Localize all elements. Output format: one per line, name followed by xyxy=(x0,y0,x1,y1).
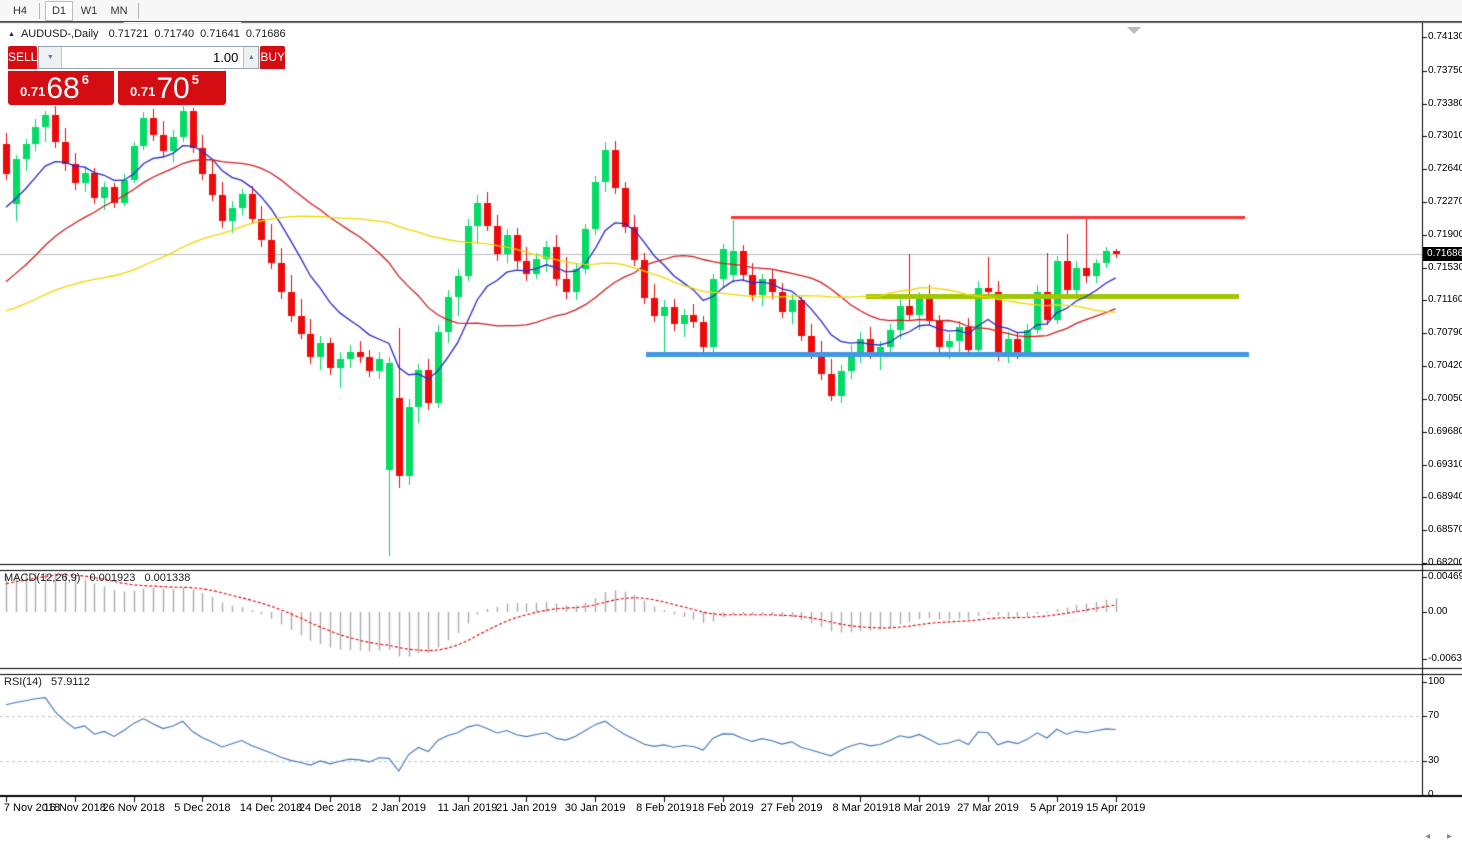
symbol-marker-icon: ▲ xyxy=(8,30,15,38)
rsi-indicator-label: RSI(14) 57.9112 xyxy=(4,676,96,688)
date-tick-label: 2 Jan 2019 xyxy=(371,802,427,814)
date-tick-label: 18 Feb 2019 xyxy=(691,802,754,814)
date-tick-label: 8 Feb 2019 xyxy=(636,802,692,814)
volume-decrease-button[interactable]: ▼ xyxy=(39,47,63,68)
buy-price-box[interactable]: 0.71 70 5 xyxy=(118,71,226,105)
buy-price-big: 70 xyxy=(156,72,190,105)
rsi-tick-label: 70 xyxy=(1428,709,1440,721)
macd-name: MACD(12,26,9) xyxy=(4,572,81,584)
sell-button[interactable]: SELL xyxy=(8,46,38,69)
price-tick-label: 0.68570 xyxy=(1428,524,1462,536)
macd-value-2: 0.001338 xyxy=(144,572,191,584)
current-price-tag: 0.71686 xyxy=(1423,246,1462,261)
scroll-right-icon[interactable]: ▸ xyxy=(1447,831,1452,842)
one-click-trading-panel: SELL ▼ ▲ BUY 0.71 68 6 0.71 70 5 xyxy=(8,46,286,105)
price-tick-label: 0.69680 xyxy=(1428,425,1462,437)
mt4-window: H4 D1 W1 MN ▲ AUDUSD-,Daily 0.71721 0.71740… xyxy=(0,0,1462,849)
tab-scrollbar: ◂ ▸ xyxy=(1411,831,1452,842)
spin-up-icon: ▲ xyxy=(247,54,255,61)
date-tick-label: 15 Apr 2019 xyxy=(1085,802,1146,814)
date-tick-label: 5 Apr 2019 xyxy=(1030,802,1084,814)
spin-down-icon: ▼ xyxy=(46,54,54,61)
price-tick-label: 0.69310 xyxy=(1428,458,1462,470)
price-tick-label: 0.70790 xyxy=(1428,327,1462,339)
price-tick-label: 0.70420 xyxy=(1428,360,1462,372)
buy-button[interactable]: BUY xyxy=(260,46,286,69)
chart-canvas[interactable] xyxy=(0,0,1462,849)
date-tick-label: 14 Dec 2018 xyxy=(239,802,303,814)
sell-price-big: 68 xyxy=(46,72,80,105)
rsi-tick-label: 100 xyxy=(1428,676,1445,687)
price-tick-label: 0.73750 xyxy=(1428,64,1462,76)
toolbar-separator xyxy=(39,2,40,19)
rsi-value: 57.9112 xyxy=(50,676,90,688)
price-tick-label: 0.70050 xyxy=(1428,392,1462,404)
rsi-name: RSI(14) xyxy=(4,676,42,688)
ohlc-close: 0.71686 xyxy=(245,28,286,40)
date-tick-label: 5 Dec 2018 xyxy=(174,802,231,814)
price-tick-label: 0.71900 xyxy=(1428,228,1462,240)
date-tick-label: 16 Nov 2018 xyxy=(43,802,106,814)
price-tick-label: 0.71160 xyxy=(1428,294,1462,306)
chart-header: ▲ AUDUSD-,Daily 0.71721 0.71740 0.71641 … xyxy=(8,28,292,40)
date-tick-label: 27 Mar 2019 xyxy=(957,802,1019,814)
timeframe-button-h4[interactable]: H4 xyxy=(6,1,34,21)
scroll-left-icon[interactable]: ◂ xyxy=(1425,831,1430,842)
price-tick-label: 0.72270 xyxy=(1428,195,1462,207)
ohlc-open: 0.71721 xyxy=(108,28,149,40)
macd-tick-label: 0.00 xyxy=(1428,606,1448,617)
price-tick-label: 0.73010 xyxy=(1428,130,1462,142)
timeframe-button-w1[interactable]: W1 xyxy=(75,1,103,21)
date-tick-label: 26 Nov 2018 xyxy=(102,802,165,814)
volume-increase-button[interactable]: ▲ xyxy=(243,47,259,68)
sell-price-pip: 6 xyxy=(81,72,89,87)
price-tick-label: 0.68940 xyxy=(1428,491,1462,503)
toolbar-separator xyxy=(138,2,139,19)
volume-stepper: ▼ ▲ xyxy=(38,46,260,69)
chart-symbol-label: AUDUSD-,Daily xyxy=(20,28,99,40)
sell-price-fraction: 0.71 xyxy=(20,84,46,99)
timeframe-toolbar: H4 D1 W1 MN xyxy=(0,0,1462,22)
price-tick-label: 0.72640 xyxy=(1428,163,1462,175)
buy-price-fraction: 0.71 xyxy=(130,84,156,99)
date-tick-label: 11 Jan 2019 xyxy=(437,802,498,814)
date-tick-label: 24 Dec 2018 xyxy=(298,802,362,814)
macd-indicator-label: MACD(12,26,9) 0.001923 0.001338 xyxy=(4,572,196,584)
macd-value-1: 0.001923 xyxy=(89,572,136,584)
price-tick-label: 0.74130 xyxy=(1428,31,1462,42)
rsi-tick-label: 0 xyxy=(1428,789,1434,800)
ohlc-low: 0.71641 xyxy=(200,28,240,40)
volume-input[interactable] xyxy=(62,47,244,68)
date-tick-label: 8 Mar 2019 xyxy=(832,802,889,814)
macd-tick-label: 0.004694 xyxy=(1428,571,1462,583)
price-tick-label: 0.71530 xyxy=(1428,261,1462,273)
date-tick-label: 18 Mar 2019 xyxy=(888,802,951,814)
date-tick-label: 21 Jan 2019 xyxy=(496,802,557,814)
rsi-tick-label: 30 xyxy=(1428,755,1440,767)
sell-price-box[interactable]: 0.71 68 6 xyxy=(8,71,114,105)
macd-tick-label: -0.00639 xyxy=(1428,653,1462,665)
timeframe-button-mn[interactable]: MN xyxy=(105,1,133,21)
timeframe-button-d1[interactable]: D1 xyxy=(45,0,73,21)
chart-shift-marker-icon[interactable] xyxy=(1127,27,1141,34)
date-tick-label: 27 Feb 2019 xyxy=(760,802,823,814)
buy-price-pip: 5 xyxy=(191,72,199,87)
price-tick-label: 0.68200 xyxy=(1428,557,1462,568)
date-tick-label: 30 Jan 2019 xyxy=(564,802,626,814)
ohlc-high: 0.71740 xyxy=(154,28,195,40)
price-tick-label: 0.73380 xyxy=(1428,97,1462,109)
